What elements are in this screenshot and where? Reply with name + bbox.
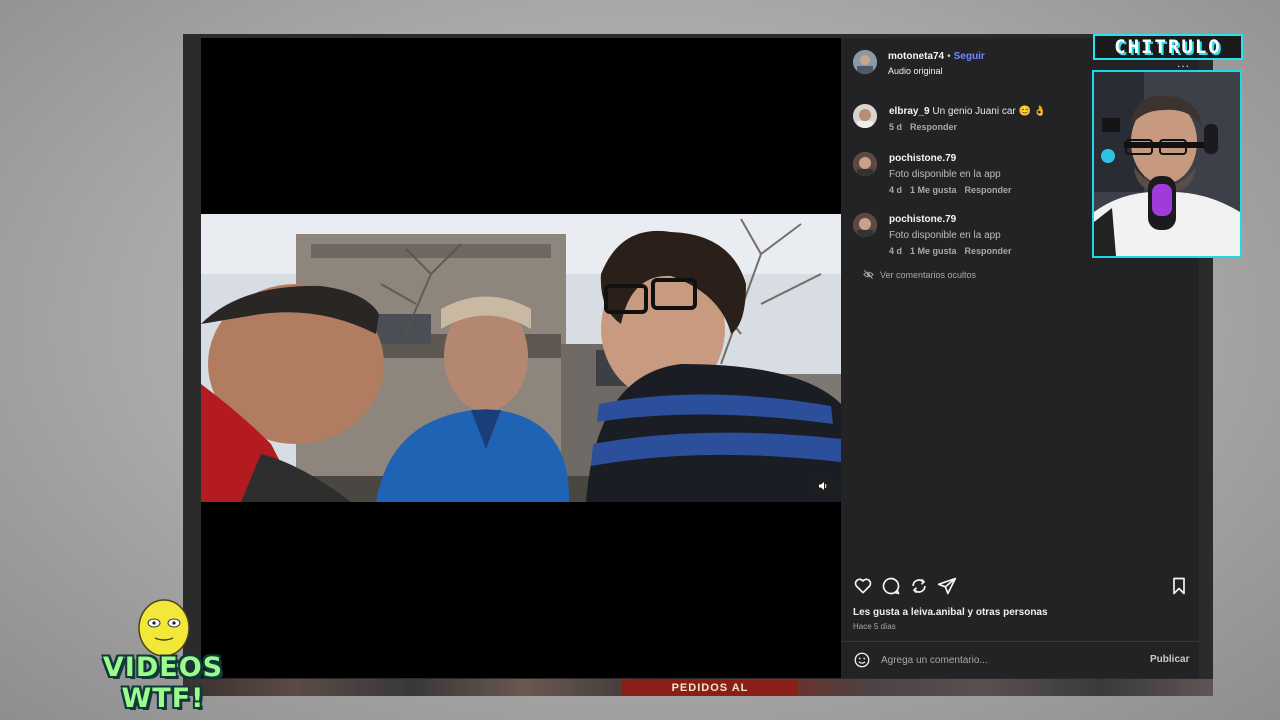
comment-avatar[interactable]: [853, 213, 877, 237]
separator-dot: •: [947, 51, 951, 62]
mute-button[interactable]: [813, 476, 833, 496]
comment-likes[interactable]: 1 Me gusta: [910, 185, 957, 195]
comment-input[interactable]: [881, 651, 1131, 669]
comment-time: 4 d: [889, 185, 903, 195]
webcam-overlay: [1092, 70, 1242, 258]
speaker-icon: [819, 482, 827, 490]
comment-time: 5 d: [889, 122, 903, 132]
lemon-mascot-icon: [138, 599, 190, 657]
comment-username[interactable]: pochistone.79: [889, 153, 956, 164]
comment-likes[interactable]: 1 Me gusta: [910, 246, 957, 256]
avatar-image: [853, 50, 877, 74]
post-author-avatar[interactable]: [853, 50, 877, 74]
video-scene: [201, 214, 841, 502]
videos-wtf-logo: VIDEOS WTF!: [58, 596, 268, 714]
likes-prefix: Les gusta a: [853, 607, 911, 618]
emoji-button[interactable]: [853, 651, 871, 669]
reply-button[interactable]: Responder: [965, 246, 1012, 256]
hidden-comments-link[interactable]: Ver comentarios ocultos: [863, 269, 976, 280]
divider: [841, 641, 1199, 642]
likes-suffix: y otras personas: [964, 607, 1048, 618]
post-header: motoneta74 • Seguir: [888, 51, 985, 62]
hidden-comments-label: Ver comentarios ocultos: [880, 269, 977, 280]
post-author-username[interactable]: motoneta74: [888, 51, 944, 62]
avatar-image: [853, 104, 877, 128]
comment-username[interactable]: pochistone.79: [889, 214, 956, 225]
repost-icon: [912, 578, 926, 594]
save-button[interactable]: [1169, 576, 1189, 596]
video-frame[interactable]: [201, 214, 841, 502]
comment-username[interactable]: elbray_9: [889, 106, 930, 117]
show-title: VIDEOS WTF!: [102, 652, 224, 714]
send-icon: [937, 577, 957, 595]
comment-time: 4 d: [889, 246, 903, 256]
reply-button[interactable]: Responder: [965, 185, 1012, 195]
publish-button[interactable]: Publicar: [1150, 654, 1189, 665]
reply-button[interactable]: Responder: [910, 122, 957, 132]
like-button[interactable]: [853, 576, 873, 596]
repost-button[interactable]: [909, 576, 929, 596]
strip-label: PEDIDOS AL: [622, 680, 798, 696]
comment-button[interactable]: [881, 576, 901, 596]
post-timestamp: Hace 5 días: [853, 622, 896, 631]
webcam-feed: [1094, 72, 1240, 256]
follow-button[interactable]: Seguir: [954, 51, 985, 62]
likes-user[interactable]: leiva.anibal: [911, 607, 965, 618]
share-button[interactable]: [937, 576, 957, 596]
avatar-image: [853, 213, 877, 237]
avatar-image: [853, 152, 877, 176]
comment-text: Un genio Juani car 😊 👌: [932, 106, 1047, 117]
bookmark-icon: [1173, 577, 1185, 595]
video-player[interactable]: [201, 38, 841, 678]
comment-bubble-icon: [882, 577, 900, 595]
post-actions: [853, 576, 1189, 596]
more-options-icon[interactable]: ...: [1177, 56, 1190, 70]
heart-icon: [854, 578, 872, 594]
likes-summary[interactable]: Les gusta a leiva.anibal y otras persona…: [853, 607, 1048, 618]
audio-link[interactable]: Audio original: [888, 66, 943, 76]
smiley-icon: [854, 652, 870, 668]
comment-avatar[interactable]: [853, 152, 877, 176]
channel-logo: CHITRULO: [1093, 34, 1243, 60]
eye-off-icon: [863, 270, 874, 279]
comment-avatar[interactable]: [853, 104, 877, 128]
